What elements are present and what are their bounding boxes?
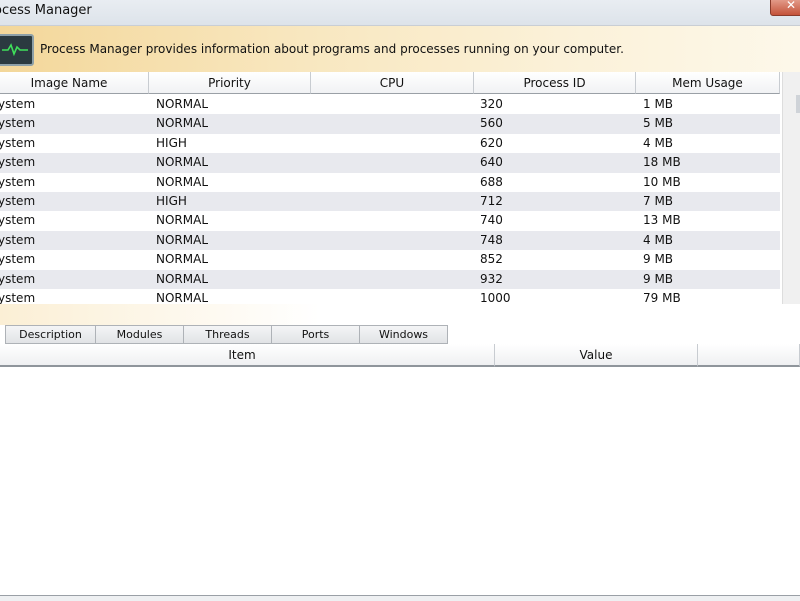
table-cell: 79 MB [643,291,681,305]
table-row[interactable]: ystem NORMAL 688 10 MB [0,173,780,192]
table-cell: NORMAL [156,116,209,131]
table-cell: 9 MB [643,271,674,286]
table-cell: 852 [480,252,503,267]
table-cell: NORMAL [156,97,209,111]
column-header-image-name[interactable]: Image Name [0,72,149,94]
table-cell: HIGH [156,135,187,150]
table-cell: 932 [480,271,503,286]
column-header-priority[interactable]: Priority [149,72,311,94]
tab-label: Modules [116,328,163,341]
table-row[interactable]: ystem NORMAL 1000 79 MB [0,289,780,305]
table-cell: ystem [0,213,36,228]
table-cell: HIGH [156,194,187,208]
scrollbar-thumb[interactable] [796,95,800,113]
table-cell: NORMAL [156,232,209,247]
table-cell: 560 [480,116,503,131]
table-row[interactable]: ystem NORMAL 748 4 MB [0,230,780,251]
table-row[interactable]: ystem NORMAL 740 13 MB [0,211,780,230]
tab-label: Description [19,328,82,341]
table-cell: 4 MB [643,232,674,247]
window-title: ocess Manager [0,3,92,18]
column-header-filler [698,344,800,367]
table-cell: ystem [0,291,36,305]
table-cell: ystem [0,97,36,111]
table-cell: 18 MB [643,155,681,170]
table-cell: 620 [480,135,503,150]
table-cell: 5 MB [643,116,674,131]
header-label: Value [579,348,613,362]
table-row[interactable]: ystem NORMAL 560 5 MB [0,114,780,134]
table-cell: 9 MB [643,252,674,267]
table-cell: 1000 [480,291,511,305]
title-bar: ocess Manager ✕ [0,0,800,25]
table-cell: 688 [480,174,503,189]
table-cell: 740 [480,213,503,228]
table-cell: NORMAL [156,213,209,228]
table-cell: 7 MB [643,194,674,208]
table-cell: 1 MB [643,97,674,111]
column-header-cpu[interactable]: CPU [311,72,474,94]
table-row[interactable]: ystem HIGH 620 4 MB [0,134,780,153]
table-cell: 10 MB [643,174,681,189]
header-label: Mem Usage [672,76,743,90]
tab-description[interactable]: Description [5,325,96,344]
table-cell: NORMAL [156,252,209,267]
table-cell: 13 MB [643,213,681,228]
table-cell: 712 [480,194,503,208]
table-cell: ystem [0,232,36,247]
tab-threads[interactable]: Threads [183,325,272,344]
table-cell: ystem [0,194,36,208]
table-cell: NORMAL [156,174,209,189]
table-cell: 320 [480,97,503,111]
table-row[interactable]: ystem NORMAL 320 1 MB [0,95,780,114]
column-header-process-id[interactable]: Process ID [474,72,636,94]
status-bar [0,595,800,601]
table-cell: 748 [480,232,503,247]
info-banner: Process Manager provides information abo… [0,25,800,72]
lower-panel-background [0,304,800,325]
header-label: Image Name [30,76,108,90]
table-cell: 640 [480,155,503,170]
tab-label: Windows [378,328,429,341]
table-cell: NORMAL [156,291,209,305]
table-cell: ystem [0,252,36,267]
header-label: Item [228,348,256,362]
tab-ports[interactable]: Ports [271,325,360,344]
column-header-value[interactable]: Value [495,344,698,367]
column-header-mem-usage[interactable]: Mem Usage [636,72,780,94]
table-cell: ystem [0,271,36,286]
tab-label: Threads [205,328,250,341]
tab-label: Ports [301,328,330,341]
tab-windows[interactable]: Windows [359,325,448,344]
header-label: CPU [379,76,405,90]
table-row[interactable]: ystem NORMAL 932 9 MB [0,269,780,289]
header-label: Priority [208,76,251,90]
banner-text: Process Manager provides information abo… [40,42,624,56]
table-row[interactable]: ystem NORMAL 852 9 MB [0,250,780,269]
table-row[interactable]: ystem NORMAL 640 18 MB [0,153,780,173]
table-cell: NORMAL [156,155,209,170]
tab-modules[interactable]: Modules [95,325,184,344]
table-row[interactable]: ystem HIGH 712 7 MB [0,192,780,212]
close-icon[interactable]: ✕ [770,0,800,16]
activity-monitor-icon [0,34,34,66]
table-cell: 4 MB [643,135,674,150]
header-label: Process ID [523,76,586,90]
column-header-item[interactable]: Item [0,344,495,367]
table-cell: ystem [0,135,36,150]
table-cell: NORMAL [156,271,209,286]
process-table: Image Name Priority CPU Process ID Mem U… [0,72,782,305]
table-cell: ystem [0,116,36,131]
table-cell: ystem [0,174,36,189]
table-cell: ystem [0,155,36,170]
